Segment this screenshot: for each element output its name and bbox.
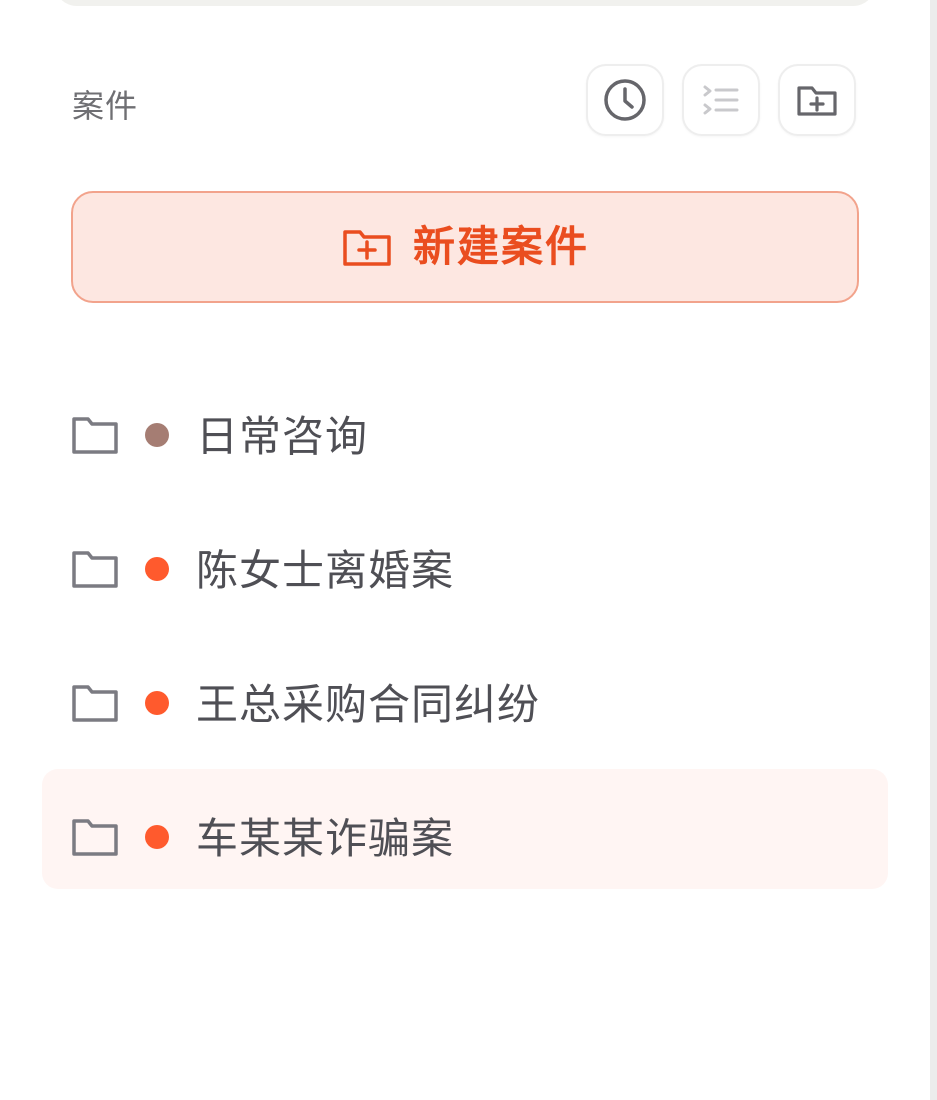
case-list: 日常咨询 陈女士离婚案 王总采购合同纠纷 车某某诈骗案: [42, 367, 888, 903]
folder-icon: [72, 819, 118, 856]
case-item-active[interactable]: 车某某诈骗案: [42, 769, 888, 889]
new-case-button[interactable]: 新建案件: [71, 191, 859, 303]
list-view-button[interactable]: [682, 64, 760, 136]
section-title: 案件: [72, 87, 139, 125]
folder-add-icon: [797, 86, 837, 116]
case-label: 王总采购合同纠纷: [196, 680, 541, 729]
sidebar-divider: [930, 0, 937, 1100]
case-header: 案件: [72, 62, 856, 142]
new-case-label: 新建案件: [412, 223, 589, 270]
folder-icon: [72, 551, 118, 588]
history-button[interactable]: [586, 64, 664, 136]
folder-add-icon: [343, 230, 391, 266]
case-item[interactable]: 王总采购合同纠纷: [42, 635, 888, 755]
new-folder-button[interactable]: [778, 64, 856, 136]
list-icon: [703, 85, 739, 115]
header-actions: [586, 64, 856, 136]
status-dot: [145, 825, 169, 849]
clock-icon: [604, 79, 646, 121]
case-label: 车某某诈骗案: [196, 814, 455, 863]
case-label: 日常咨询: [196, 412, 369, 461]
top-search-bar[interactable]: [54, 0, 876, 6]
case-item[interactable]: 日常咨询: [42, 367, 888, 487]
status-dot: [145, 557, 169, 581]
case-label: 陈女士离婚案: [196, 546, 455, 595]
status-dot: [145, 423, 169, 447]
case-item[interactable]: 陈女士离婚案: [42, 501, 888, 621]
folder-icon: [72, 685, 118, 722]
status-dot: [145, 691, 169, 715]
case-sidebar: 案件 新建案件 日常咨询 陈女士离婚案 王总采购合同纠纷 车某某诈骗案: [0, 0, 937, 1100]
folder-icon: [72, 417, 118, 454]
